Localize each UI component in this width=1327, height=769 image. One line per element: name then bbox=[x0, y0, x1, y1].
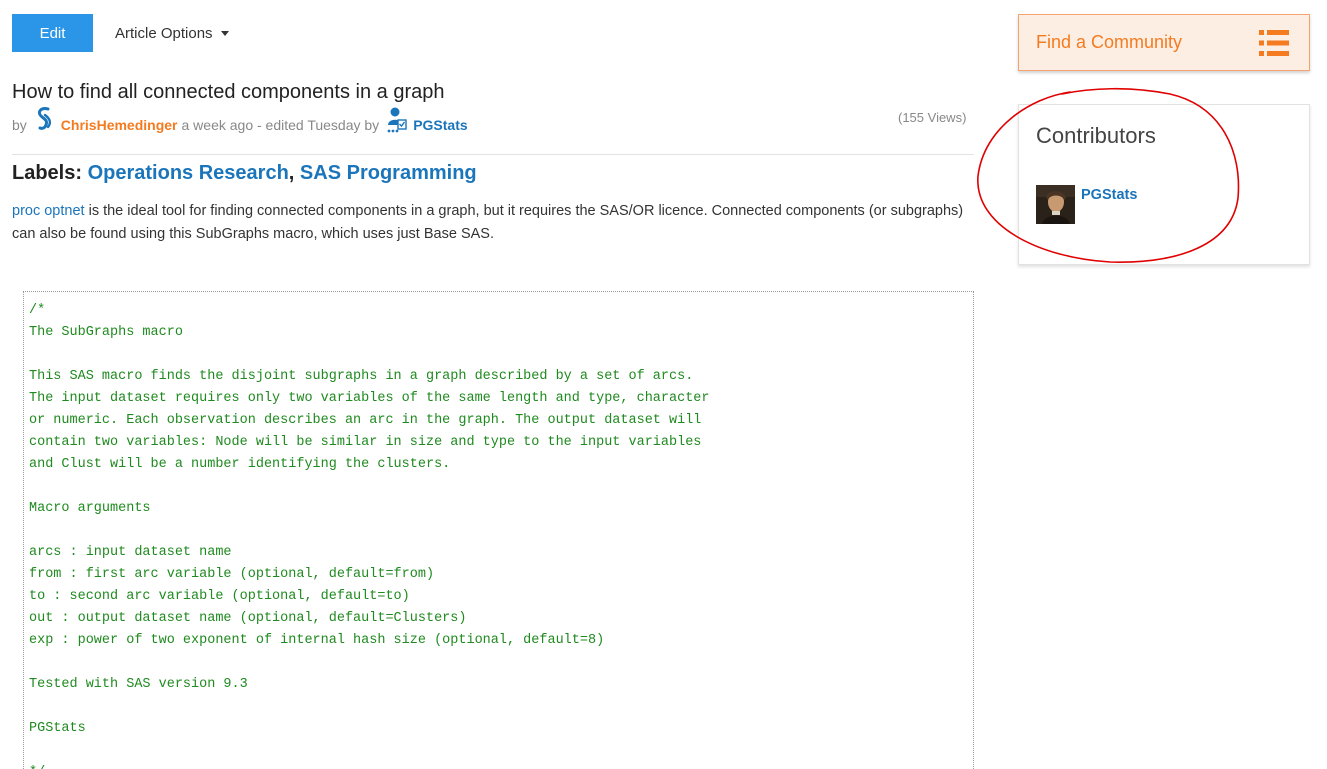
article-intro: proc optnet is the ideal tool for findin… bbox=[12, 200, 974, 246]
article-title: How to find all connected components in … bbox=[12, 81, 445, 103]
contributor-name[interactable]: PGStats bbox=[1081, 187, 1137, 203]
contributors-title: Contributors bbox=[1036, 123, 1156, 148]
intro-text: is the ideal tool for finding connected … bbox=[12, 203, 964, 242]
article-options-dropdown[interactable]: Article Options bbox=[115, 25, 229, 42]
article-toolbar: Edit Article Options bbox=[12, 14, 229, 52]
list-icon bbox=[1259, 29, 1289, 56]
label-link-operations-research[interactable]: Operations Research bbox=[88, 162, 289, 184]
label-link-sas-programming[interactable]: SAS Programming bbox=[300, 162, 477, 184]
find-community-label: Find a Community bbox=[1036, 32, 1183, 52]
contributor-item[interactable]: PGStats bbox=[1036, 185, 1137, 224]
article-labels: Labels: Operations Research, SAS Program… bbox=[12, 162, 477, 185]
caret-down-icon bbox=[220, 31, 229, 36]
avatar[interactable] bbox=[1036, 185, 1075, 224]
header-divider bbox=[12, 154, 974, 155]
proc-optnet-link[interactable]: proc optnet bbox=[12, 203, 85, 219]
code-content: /* The SubGraphs macro This SAS macro fi… bbox=[29, 303, 710, 769]
editor-link[interactable]: PGStats bbox=[413, 117, 467, 133]
person-badge-icon bbox=[387, 107, 407, 133]
contributors-panel: Contributors PGStats bbox=[1018, 104, 1310, 265]
article-byline: by ChrisHemedinger a week ago - edited T… bbox=[12, 107, 468, 142]
article-options-label: Article Options bbox=[115, 24, 213, 42]
labels-prefix: Labels: bbox=[12, 162, 83, 184]
sas-logo-icon bbox=[37, 107, 51, 130]
byline-meta: a week ago - edited Tuesday by bbox=[181, 117, 380, 133]
code-block: /* The SubGraphs macro This SAS macro fi… bbox=[23, 291, 974, 769]
byline-by: by bbox=[12, 117, 27, 133]
find-community-button[interactable]: Find a Community bbox=[1018, 14, 1310, 71]
author-link[interactable]: ChrisHemedinger bbox=[61, 117, 178, 133]
view-count: (155 Views) bbox=[898, 110, 967, 125]
edit-button[interactable]: Edit bbox=[12, 14, 93, 52]
label-separator: , bbox=[288, 162, 300, 184]
